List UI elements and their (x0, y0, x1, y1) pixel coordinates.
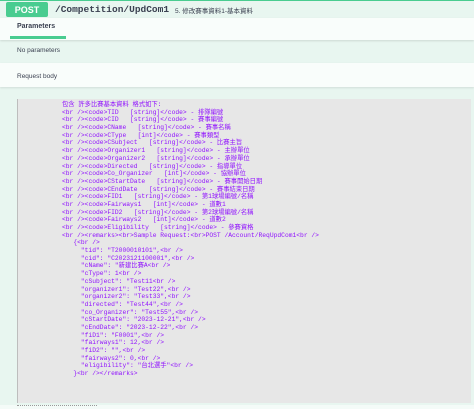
operation-block: POST /Competition/UpdCom1 5. 修改賽事資料1-基本資… (0, 0, 474, 409)
description-line: <br /><code>CSubject [string]</code> - 比… (62, 139, 243, 147)
description-line: <br /><code>Fairways2 [int]</code> - 道數2 (62, 216, 226, 224)
description-line: 包含 許多比賽基本資料 格式如下: (62, 101, 162, 108)
description-line: <br /><code>Co_Organizer [int]</code> - … (62, 170, 246, 178)
description-line: <br /><code>Fairways1 [int]</code> - 道數1 (62, 200, 226, 208)
description-line: <br /><code>CName [string]</code> - 賽事名稱 (62, 124, 231, 132)
description-line: "cEndDate": "2023-12-22",<br /> (62, 323, 199, 331)
description-line: {<br /> (62, 239, 100, 247)
description-line: <br /><code>Organizer1 [string]</code> -… (62, 147, 250, 155)
description-line: "tid": "T2000010101",<br /> (62, 247, 183, 255)
description-line: <br /><code>FID1 [string]</code> - 第1球場編… (62, 193, 254, 201)
description-line: "eligibility": "台北選手"<br /> (62, 362, 193, 370)
description-line: <br /><code>CID [string]</code> - 賽事編號 (62, 116, 224, 124)
description-line: "cType": 1<br /> (62, 270, 142, 278)
description-line: "directed": "Test44",<br /> (62, 300, 183, 308)
description-line: <br /><code>Eligibility [string]</code> … (62, 224, 254, 231)
description-line: "organizer2": "Test33",<br /> (62, 293, 191, 301)
description-line: <br /><remarks><br>Sample Request:<br>PO… (62, 231, 319, 239)
operation-summary[interactable]: POST /Competition/UpdCom1 5. 修改賽事資料1-基本資… (0, 1, 474, 18)
description-line: "co_Organizer": "Test55",<br /> (62, 308, 199, 316)
description-line: "cName": "新建比賽A<br /> (62, 262, 171, 270)
description-line: }<br /></remarks> (62, 370, 138, 378)
no-parameters-text: No parameters (17, 47, 60, 54)
description-line: "organizer1": "Test22",<br /> (62, 285, 191, 293)
description-line: <br /><code>CStartDate [string]</code> -… (62, 177, 263, 185)
description-line: "fairways1": 12,<br /> (62, 339, 165, 347)
description-line: "cSubject": "Test11<br /> (62, 277, 176, 285)
operation-path: /Competition/UpdCom1 (55, 4, 170, 15)
operation-description: 5. 修改賽事資料1-基本資料 (175, 7, 254, 15)
request-body-header (0, 63, 474, 87)
description-line: <br /><code>Organizer2 [string]</code> -… (62, 154, 250, 162)
parameters-tab-header: Parameters (0, 18, 474, 40)
active-tab-indicator (10, 36, 66, 39)
description-line: "fiD1": "F0001",<br /> (62, 331, 165, 339)
request-body-description: 包含 許多比賽基本資料 格式如下: <br /><code>TID [string… (17, 99, 471, 403)
description-text: 包含 許多比賽基本資料 格式如下: <br /><code>TID [string… (62, 101, 319, 378)
request-body-label: Request body (17, 73, 58, 80)
tab-parameters[interactable]: Parameters (17, 23, 55, 30)
description-line: "fiD2": "",<br /> (62, 347, 146, 354)
method-badge: POST (6, 2, 48, 17)
description-line: "cStartDate": "2023-12-21",<br /> (62, 316, 206, 324)
